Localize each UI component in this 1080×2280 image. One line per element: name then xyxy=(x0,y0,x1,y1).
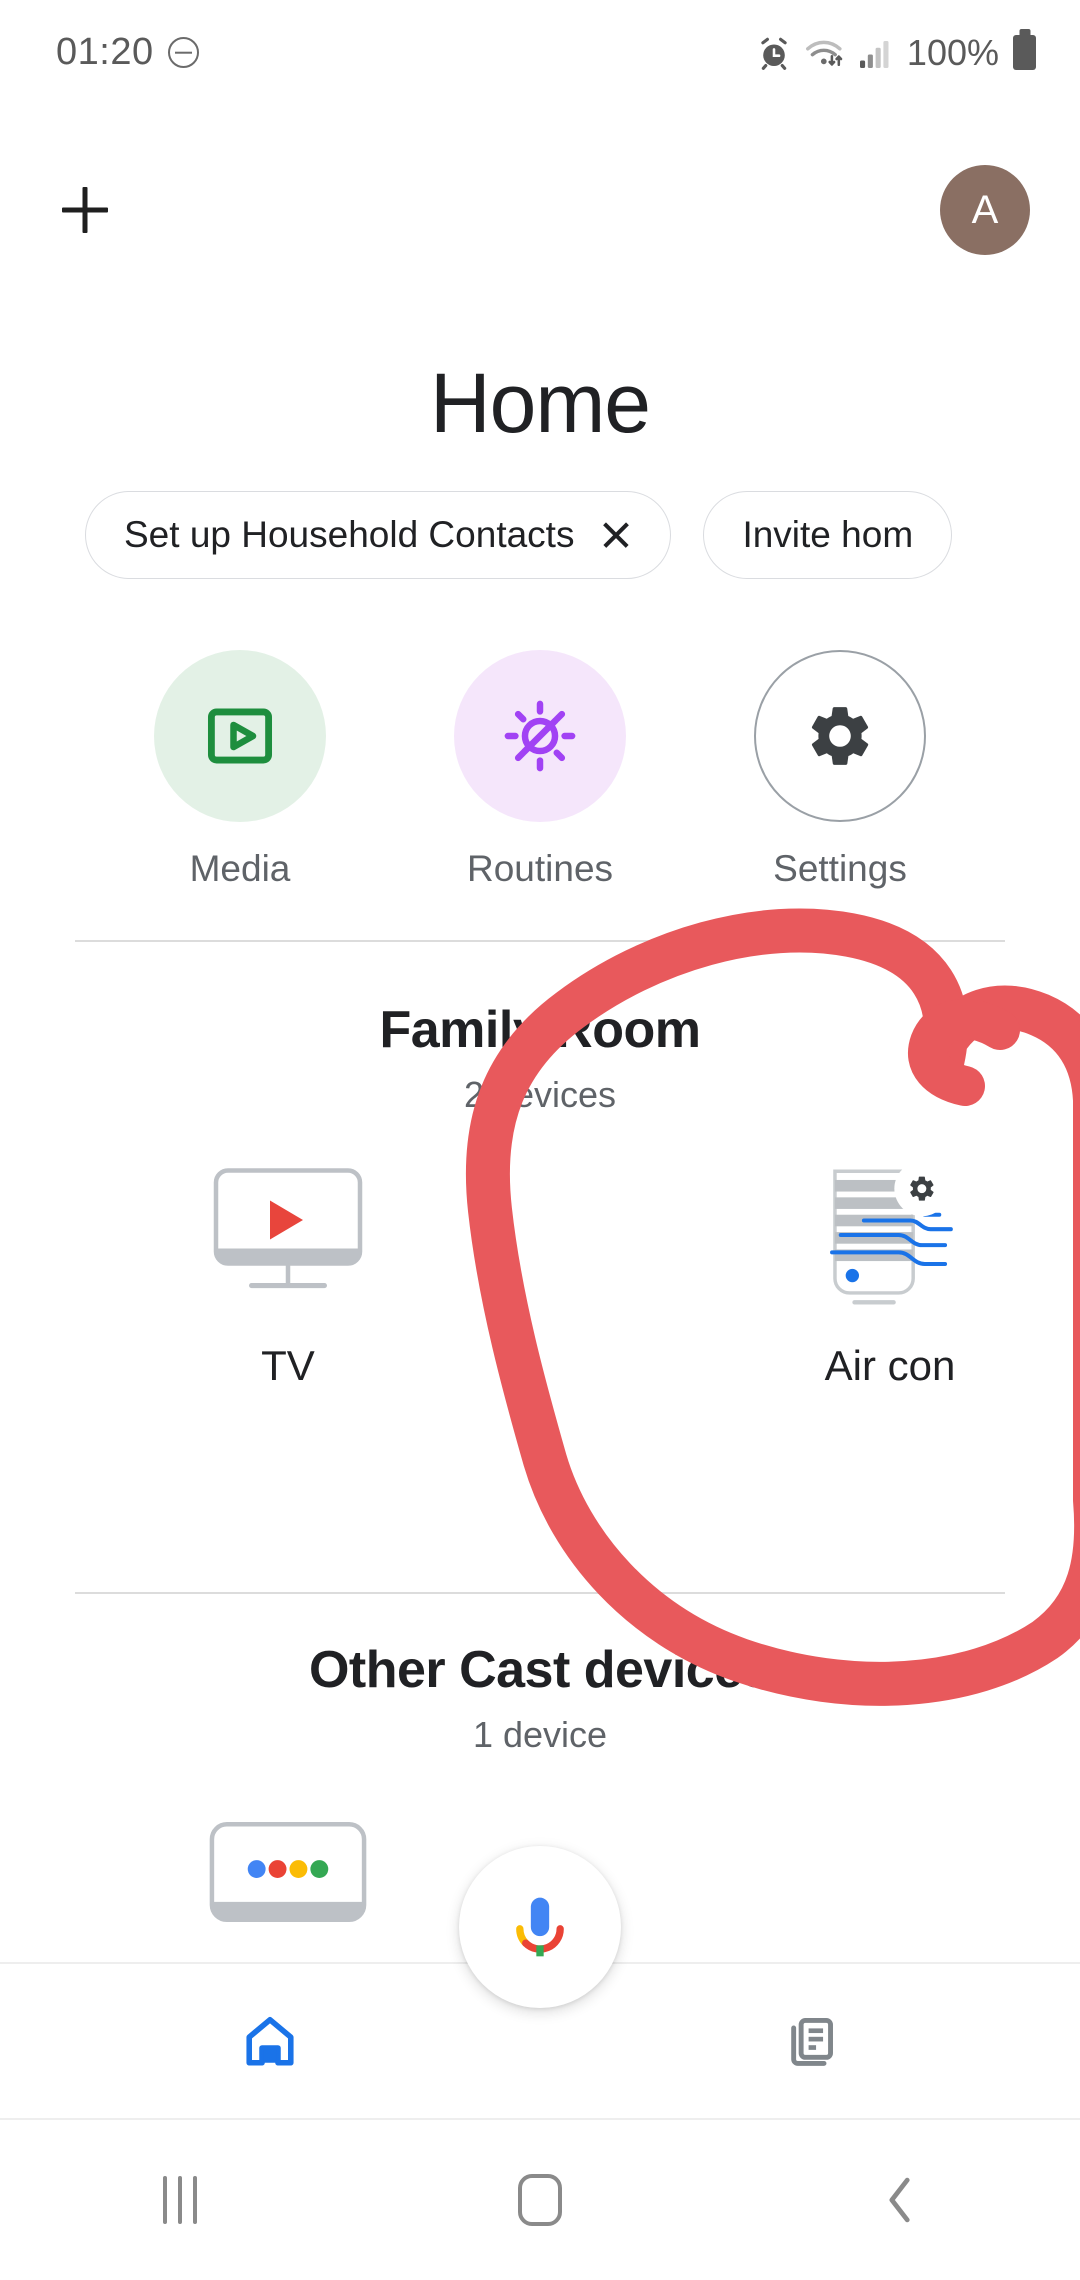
do-not-disturb-icon xyxy=(167,37,199,68)
divider xyxy=(75,940,1005,942)
tv-monitor-icon xyxy=(198,1150,378,1320)
home-button[interactable] xyxy=(360,2174,720,2226)
quick-action-media[interactable]: Media xyxy=(150,650,330,890)
avatar[interactable]: A xyxy=(940,165,1030,255)
media-play-icon xyxy=(207,708,273,764)
cellular-signal-icon xyxy=(859,40,889,68)
section-title: Other Cast devices xyxy=(308,1641,772,1699)
status-bar-right: 100% xyxy=(756,32,1036,74)
quick-action-label: Routines xyxy=(466,848,614,889)
status-clock: 01:20 xyxy=(56,31,154,73)
device-label: TV xyxy=(261,1342,315,1389)
chip-invite-home-members[interactable]: Invite hom xyxy=(703,490,953,579)
cast-device-icon xyxy=(198,1790,378,1960)
status-bar-left: 01:20 xyxy=(56,31,199,74)
device-tile-air-con[interactable]: Air con xyxy=(710,1150,1070,1390)
quick-actions-row: Media Routines Settings xyxy=(0,650,1080,890)
device-tile-cast[interactable] xyxy=(108,1790,468,1982)
section-header-family-room: Family Room 2 devices xyxy=(0,1000,1080,1116)
routines-circle xyxy=(454,650,626,822)
nav-item-home[interactable] xyxy=(0,2012,540,2070)
air-conditioner-icon xyxy=(800,1150,980,1320)
back-button[interactable] xyxy=(720,2171,1080,2229)
home-icon xyxy=(246,2016,294,2066)
device-row-family-room: TV Air con xyxy=(0,1150,1080,1390)
nav-item-feed[interactable] xyxy=(540,2013,1080,2069)
app-bar: A xyxy=(0,150,1080,270)
recents-button[interactable] xyxy=(0,2176,360,2224)
wifi-icon xyxy=(805,40,843,66)
quick-action-routines[interactable]: Routines xyxy=(450,650,630,890)
quick-action-label: Media xyxy=(189,848,291,889)
home-square-icon xyxy=(517,2174,562,2226)
section-title: Family Room xyxy=(379,1001,702,1059)
battery-percentage: 100% xyxy=(906,31,999,73)
device-tile-tv[interactable]: TV xyxy=(108,1150,468,1390)
device-label: Air con xyxy=(824,1342,956,1389)
google-assistant-mic-icon xyxy=(516,1897,564,1957)
section-subtitle: 1 device xyxy=(472,1714,608,1755)
plus-icon[interactable] xyxy=(50,175,120,245)
page-title: Home xyxy=(429,356,651,450)
close-icon[interactable] xyxy=(600,519,632,551)
quick-action-settings[interactable]: Settings xyxy=(750,650,930,890)
recents-icon xyxy=(162,2176,197,2224)
status-bar: 01:20 100% xyxy=(0,0,1080,105)
feed-icon xyxy=(791,2018,833,2066)
gear-icon xyxy=(811,707,869,765)
media-circle xyxy=(154,650,326,822)
section-header-other-cast-devices: Other Cast devices 1 device xyxy=(0,1640,1080,1756)
suggestion-chip-row: Set up Household Contacts Invite hom xyxy=(0,487,1080,582)
avatar-initial: A xyxy=(971,187,999,232)
chip-set-up-household-contacts[interactable]: Set up Household Contacts xyxy=(85,490,672,579)
alarm-icon xyxy=(761,37,787,70)
divider xyxy=(75,1592,1005,1594)
quick-action-label: Settings xyxy=(773,848,907,889)
battery-full-icon xyxy=(1013,35,1036,70)
back-chevron-icon xyxy=(889,2177,910,2223)
assistant-mic-button[interactable] xyxy=(459,1846,621,2008)
chip-label: Invite hom xyxy=(742,513,914,555)
chip-label: Set up Household Contacts xyxy=(124,513,575,555)
android-system-navigation xyxy=(0,2120,1080,2280)
settings-circle xyxy=(754,650,926,822)
section-subtitle: 2 devices xyxy=(463,1074,617,1115)
phone-screen: 01:20 100% A Home Set up Household Conta… xyxy=(0,0,1080,2280)
routines-sun-icon xyxy=(504,700,576,772)
